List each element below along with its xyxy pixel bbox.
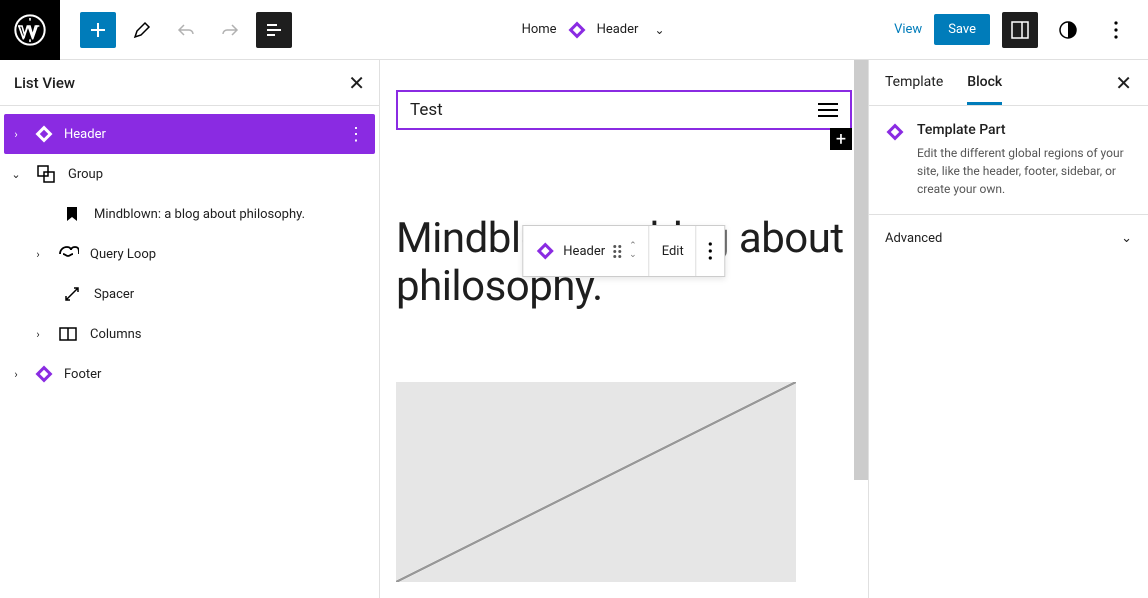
view-button[interactable]: View <box>894 22 922 37</box>
group-icon <box>34 162 58 186</box>
add-block-inline[interactable]: + <box>830 128 852 150</box>
editor-canvas[interactable]: Test + Header ⌃⌄ Edit Mindblown: a blog … <box>380 60 868 598</box>
menu-icon[interactable] <box>818 103 838 117</box>
tree-item-group[interactable]: ⌄ Group <box>0 154 379 194</box>
edit-button[interactable]: Edit <box>650 226 697 276</box>
undo-button[interactable] <box>168 12 204 48</box>
chevron-right-icon[interactable]: › <box>30 248 46 261</box>
chevron-down-icon: ⌄ <box>1121 231 1132 246</box>
tree-item-spacer[interactable]: Spacer <box>0 274 379 314</box>
scrollbar[interactable] <box>854 60 868 480</box>
chevron-down-icon[interactable]: ⌄ <box>8 168 24 181</box>
header-block[interactable]: Test + <box>396 90 852 130</box>
styles-button[interactable] <box>1050 12 1086 48</box>
columns-icon <box>56 322 80 346</box>
settings-panel: Template Block ✕ Template Part Edit the … <box>868 60 1148 598</box>
block-toolbar: Header ⌃⌄ Edit <box>522 225 725 277</box>
chevron-right-icon[interactable]: › <box>8 128 24 141</box>
tree-item-query-loop[interactable]: › Query Loop <box>0 234 379 274</box>
edit-tool-button[interactable] <box>124 12 160 48</box>
advanced-panel-toggle[interactable]: Advanced ⌄ <box>869 215 1148 262</box>
site-title[interactable]: Test <box>410 100 443 120</box>
block-info-desc: Edit the different global regions of you… <box>917 144 1132 198</box>
template-part-icon <box>567 20 587 40</box>
redo-button[interactable] <box>212 12 248 48</box>
template-part-icon <box>535 241 555 261</box>
template-part-icon <box>34 124 54 144</box>
template-part-icon <box>34 364 54 384</box>
spacer-icon <box>60 282 84 306</box>
options-menu[interactable] <box>1098 12 1134 48</box>
close-list-view[interactable]: ✕ <box>348 71 365 95</box>
list-view-title: List View <box>14 74 75 92</box>
chevron-right-icon[interactable]: › <box>8 368 24 381</box>
move-updown[interactable]: ⌃⌄ <box>629 242 637 260</box>
block-info-title: Template Part <box>917 122 1132 138</box>
tree-item-header[interactable]: › Header ⋮ <box>4 114 375 154</box>
add-block-button[interactable] <box>80 12 116 48</box>
tree-item-heading[interactable]: Mindblown: a blog about philosophy. <box>0 194 379 234</box>
chevron-down-icon[interactable]: ⌄ <box>654 23 664 37</box>
tab-template[interactable]: Template <box>885 74 943 92</box>
item-options-icon[interactable]: ⋮ <box>347 124 371 145</box>
drag-handle-icon[interactable] <box>613 245 621 258</box>
wordpress-logo[interactable] <box>0 0 60 60</box>
breadcrumb-home[interactable]: Home <box>522 22 557 37</box>
tree-item-footer[interactable]: › Footer <box>0 354 379 394</box>
loop-icon <box>56 242 80 266</box>
block-options[interactable] <box>697 226 725 276</box>
settings-toggle[interactable] <box>1002 12 1038 48</box>
list-view-panel: List View ✕ › Header ⋮ ⌄ Group Mindblown… <box>0 60 380 598</box>
tree-item-columns[interactable]: › Columns <box>0 314 379 354</box>
chevron-right-icon[interactable]: › <box>30 328 46 341</box>
breadcrumb-current[interactable]: Header <box>597 22 639 37</box>
bookmark-icon <box>60 202 84 226</box>
close-settings[interactable]: ✕ <box>1115 71 1132 95</box>
toolbar-block-label: Header <box>563 244 605 259</box>
image-placeholder[interactable] <box>396 382 796 582</box>
list-view-toggle[interactable] <box>256 12 292 48</box>
template-part-icon <box>885 122 905 142</box>
save-button[interactable]: Save <box>934 14 990 45</box>
tab-block[interactable]: Block <box>967 74 1002 105</box>
